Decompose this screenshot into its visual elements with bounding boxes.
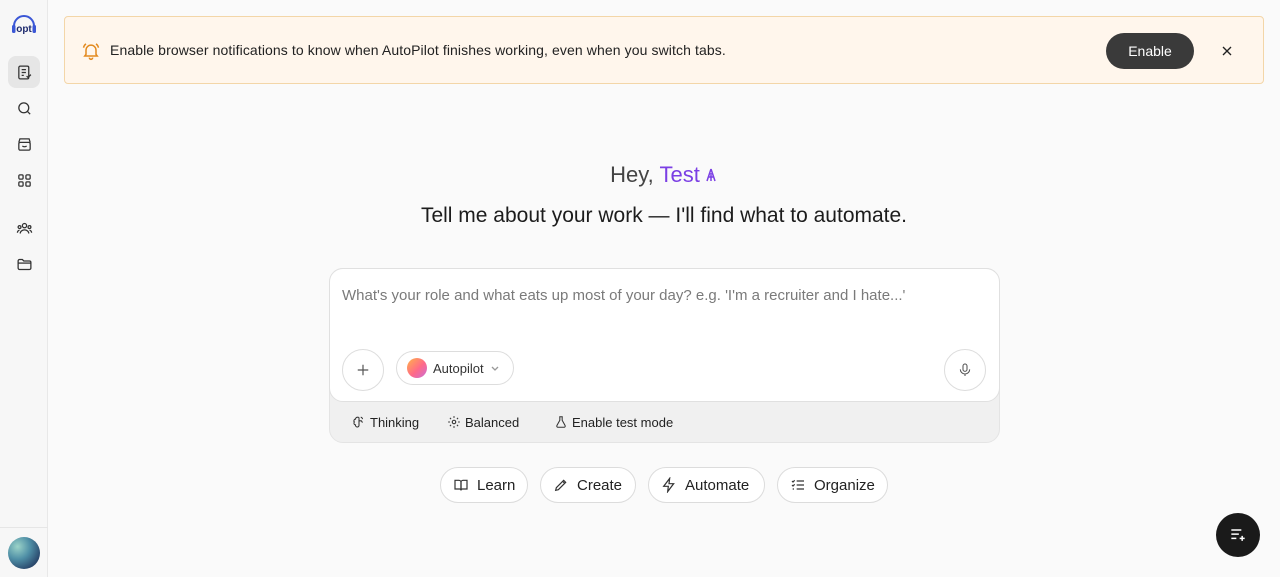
task-list-fab[interactable] bbox=[1216, 513, 1260, 557]
gear-icon bbox=[448, 416, 460, 428]
sidebar-item-apps[interactable] bbox=[8, 164, 40, 196]
sidebar-item-files[interactable] bbox=[8, 248, 40, 280]
create-label: Create bbox=[577, 476, 623, 494]
app-logo[interactable]: opt bbox=[9, 10, 39, 40]
automate-label: Automate bbox=[685, 476, 750, 494]
organize-label: Organize bbox=[814, 476, 875, 494]
sidebar-divider bbox=[0, 527, 48, 528]
notification-banner: Enable browser notifications to know whe… bbox=[64, 16, 1264, 84]
flask-icon bbox=[556, 416, 566, 428]
thinking-toggle[interactable]: Thinking bbox=[352, 413, 419, 431]
sidebar-item-store[interactable] bbox=[8, 128, 40, 160]
automate-chip[interactable]: Automate bbox=[648, 467, 765, 503]
list-sparkle-icon bbox=[1231, 529, 1245, 541]
sidebar-item-search[interactable] bbox=[8, 92, 40, 124]
model-selector[interactable]: Autopilot bbox=[396, 351, 514, 385]
create-chip[interactable]: Create bbox=[540, 467, 636, 503]
test-mode-toggle[interactable]: Enable test mode bbox=[554, 413, 673, 431]
learn-chip[interactable]: Learn bbox=[440, 467, 528, 503]
composer-input-area: Autopilot bbox=[329, 268, 1000, 402]
sparkle-icon bbox=[704, 163, 718, 182]
balanced-toggle[interactable]: Balanced bbox=[447, 413, 519, 431]
balanced-label: Balanced bbox=[465, 414, 520, 430]
organize-chip[interactable]: Organize bbox=[777, 467, 888, 503]
search-icon bbox=[17, 101, 31, 115]
user-avatar[interactable] bbox=[8, 537, 40, 569]
book-icon bbox=[454, 479, 468, 491]
thinking-label: Thinking bbox=[370, 414, 420, 430]
prompt-input[interactable] bbox=[342, 283, 982, 307]
folder-icon bbox=[16, 258, 32, 270]
enable-notifications-button[interactable]: Enable bbox=[1106, 33, 1194, 69]
logo-icon: opt bbox=[12, 15, 36, 35]
chevron-down-icon bbox=[491, 366, 499, 371]
close-icon bbox=[1222, 46, 1232, 56]
sidebar-item-tasks[interactable] bbox=[8, 56, 40, 88]
close-banner-button[interactable] bbox=[1217, 41, 1237, 61]
page-subtitle: Tell me about your work — I'll find what… bbox=[420, 204, 908, 227]
tasks-icon bbox=[17, 64, 31, 80]
prompt-composer: Autopilot Thinking Balanced Enable test … bbox=[329, 268, 1000, 443]
svg-text:opt: opt bbox=[16, 24, 32, 35]
team-icon bbox=[16, 222, 32, 234]
checklist-icon bbox=[791, 479, 804, 490]
bell-icon bbox=[81, 41, 101, 61]
lightning-icon bbox=[662, 477, 675, 493]
greeting-name: Test bbox=[659, 162, 700, 187]
apps-grid-icon bbox=[17, 173, 31, 187]
banner-message: Enable browser notifications to know whe… bbox=[110, 42, 726, 58]
sidebar-item-team[interactable] bbox=[8, 212, 40, 244]
model-label: Autopilot bbox=[433, 360, 484, 376]
greeting-heading: Hey, Test bbox=[48, 162, 1280, 188]
sidebar: opt bbox=[0, 0, 48, 577]
brain-icon bbox=[353, 416, 364, 428]
attach-button[interactable] bbox=[342, 349, 384, 391]
microphone-icon bbox=[959, 363, 971, 376]
greeting-prefix: Hey, bbox=[610, 162, 660, 187]
test-mode-label: Enable test mode bbox=[572, 414, 674, 430]
voice-input-button[interactable] bbox=[944, 349, 986, 391]
learn-label: Learn bbox=[477, 476, 516, 494]
store-icon bbox=[17, 137, 31, 151]
plus-icon bbox=[357, 364, 369, 376]
pencil-icon bbox=[554, 479, 567, 492]
model-avatar-icon bbox=[407, 358, 427, 378]
